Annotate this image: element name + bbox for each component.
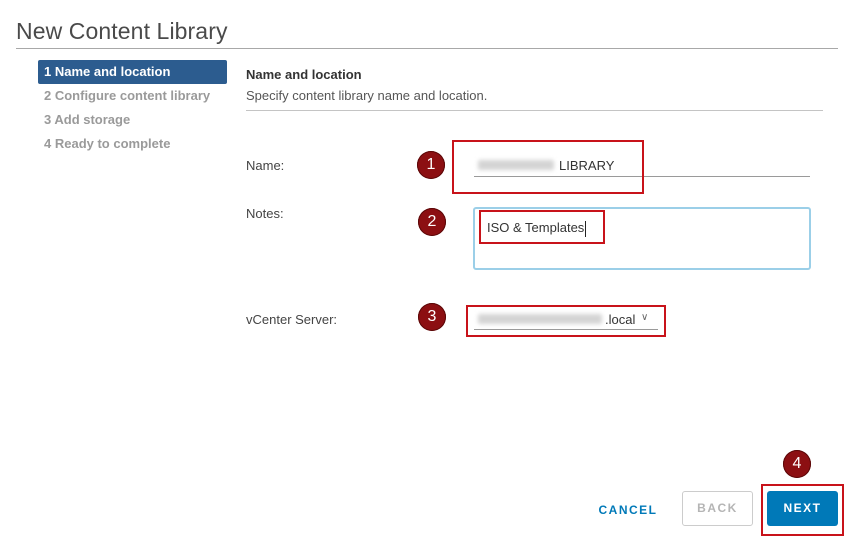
cancel-button[interactable]: CANCEL xyxy=(592,496,664,524)
next-button[interactable]: NEXT xyxy=(767,491,838,526)
annotation-box-vcenter xyxy=(466,305,666,337)
step-configure-library[interactable]: 2 Configure content library xyxy=(38,84,227,108)
name-label: Name: xyxy=(246,158,285,173)
annotation-badge-1: 1 xyxy=(417,151,445,179)
notes-label: Notes: xyxy=(246,206,284,221)
annotation-box-notes xyxy=(479,210,605,244)
step-add-storage[interactable]: 3 Add storage xyxy=(38,108,227,132)
vcenter-label: vCenter Server: xyxy=(246,312,338,327)
step-ready-complete[interactable]: 4 Ready to complete xyxy=(38,132,227,156)
annotation-badge-4: 4 xyxy=(783,450,811,478)
annotation-box-name xyxy=(452,140,644,194)
title-divider xyxy=(16,48,838,49)
section-title: Name and location xyxy=(246,67,362,82)
step-name-location[interactable]: 1 Name and location xyxy=(38,60,227,84)
annotation-badge-3: 3 xyxy=(418,303,446,331)
wizard-steps: 1 Name and location 2 Configure content … xyxy=(38,60,227,156)
section-divider xyxy=(246,110,823,111)
annotation-badge-2: 2 xyxy=(418,208,446,236)
section-description: Specify content library name and locatio… xyxy=(246,88,488,103)
dialog-title: New Content Library xyxy=(16,18,228,44)
back-button[interactable]: BACK xyxy=(682,491,753,526)
